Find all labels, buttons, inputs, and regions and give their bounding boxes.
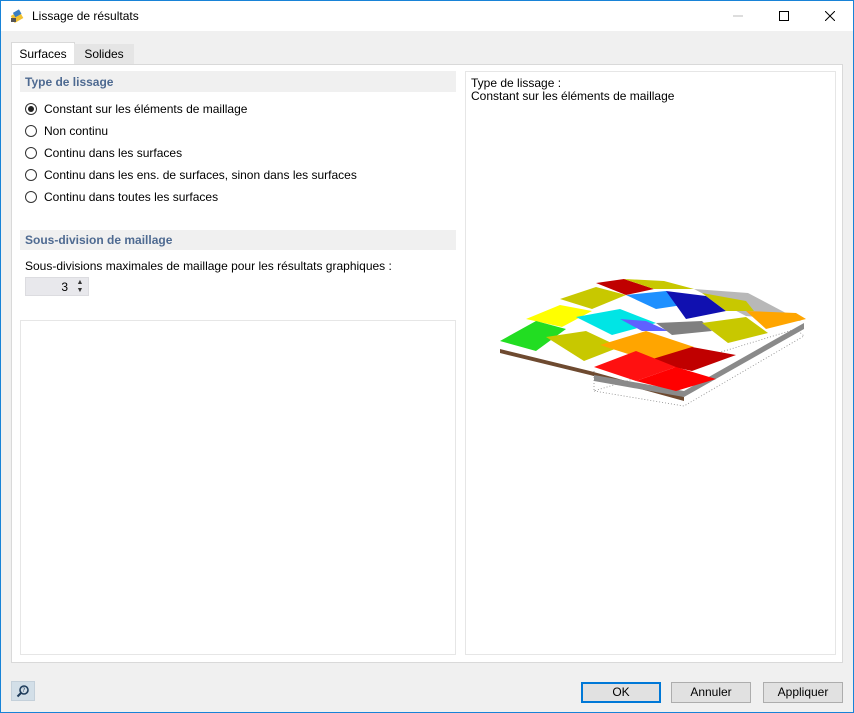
preview-caption-title: Type de lissage : — [471, 76, 562, 90]
radio-button[interactable] — [25, 169, 37, 181]
radio-button[interactable] — [25, 103, 37, 115]
radio-button[interactable] — [25, 125, 37, 137]
results-smoothing-icon — [10, 9, 24, 23]
minimize-button[interactable] — [715, 1, 761, 31]
preview-caption-value: Constant sur les éléments de maillage — [471, 89, 675, 103]
radio-non-continuous[interactable]: Non continu — [25, 122, 108, 140]
ok-button[interactable]: OK — [581, 682, 661, 703]
smoothing-type-title: Type de lissage — [25, 75, 114, 89]
close-button[interactable] — [807, 1, 853, 31]
tab-surfaces[interactable]: Surfaces — [11, 42, 75, 66]
radio-continuous-all-surfaces[interactable]: Continu dans toutes les surfaces — [25, 188, 218, 206]
close-icon — [825, 11, 835, 21]
radio-label: Continu dans les ens. de surfaces, sinon… — [44, 168, 357, 182]
title-bar: Lissage de résultats — [1, 1, 853, 31]
maximize-button[interactable] — [761, 1, 807, 31]
window-title: Lissage de résultats — [32, 9, 139, 23]
svg-text:?: ? — [22, 687, 25, 694]
mesh-subdivision-label: Sous-divisions maximales de maillage pou… — [25, 259, 392, 273]
spin-up-icon[interactable]: ▲ — [76, 279, 84, 287]
radio-label: Continu dans toutes les surfaces — [44, 190, 219, 204]
smoothing-preview-image — [500, 279, 806, 407]
empty-panel — [20, 320, 456, 655]
maximize-icon — [779, 11, 789, 21]
spin-down-icon[interactable]: ▼ — [76, 287, 84, 295]
radio-continuous-surfaces[interactable]: Continu dans les surfaces — [25, 144, 182, 162]
dialog-window: Lissage de résultats Surfaces Solides Ty… — [0, 0, 854, 713]
radio-continuous-surface-sets[interactable]: Continu dans les ens. de surfaces, sinon… — [25, 166, 357, 184]
help-button[interactable]: ? — [11, 681, 35, 701]
cancel-button[interactable]: Annuler — [671, 682, 751, 703]
radio-button[interactable] — [25, 191, 37, 203]
mesh-subdivision-title: Sous-division de maillage — [25, 233, 173, 247]
tab-solides[interactable]: Solides — [74, 44, 134, 64]
minimize-icon — [733, 15, 743, 17]
subdivision-spinner[interactable]: 3 ▲ ▼ — [25, 277, 89, 296]
radio-label: Continu dans les surfaces — [44, 146, 183, 160]
subdivision-value[interactable]: 3 — [61, 280, 68, 294]
radio-constant-mesh[interactable]: Constant sur les éléments de maillage — [25, 100, 247, 118]
apply-button[interactable]: Appliquer — [763, 682, 843, 703]
radio-label: Non continu — [44, 124, 109, 138]
radio-button[interactable] — [25, 147, 37, 159]
help-magnifier-icon: ? — [16, 685, 29, 698]
radio-label: Constant sur les éléments de maillage — [44, 102, 248, 116]
